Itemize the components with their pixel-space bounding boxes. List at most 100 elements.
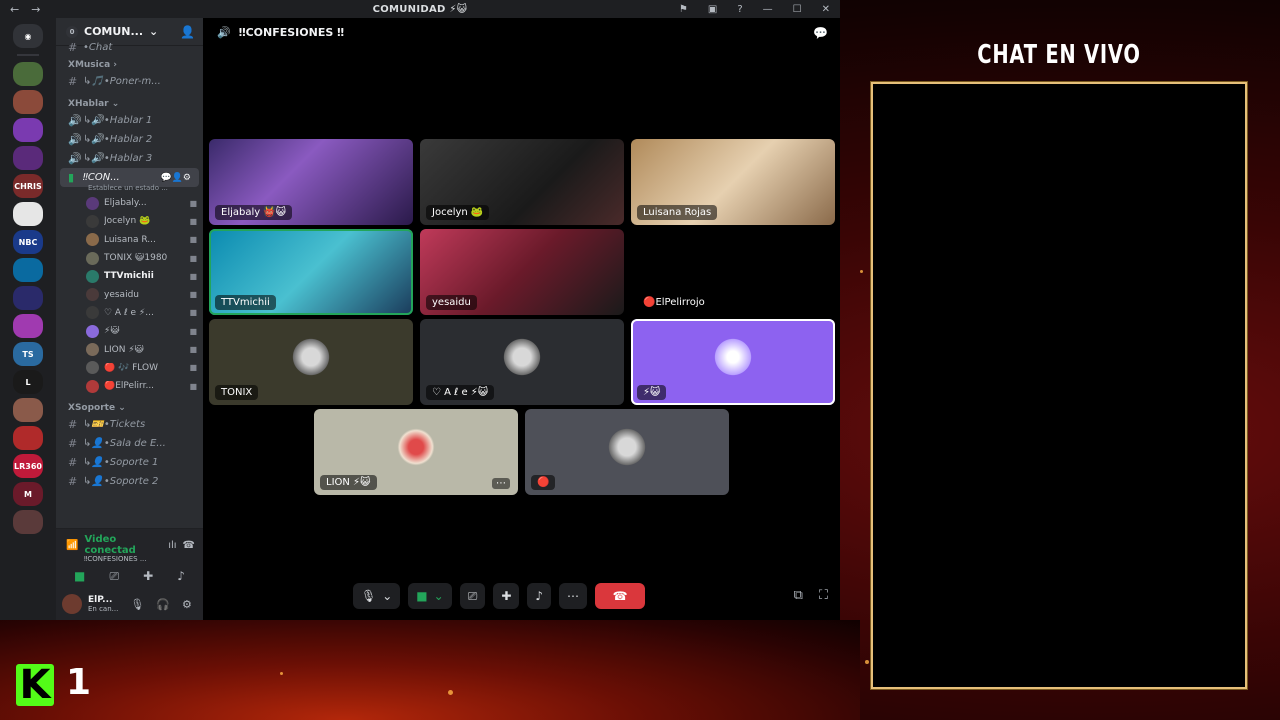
hash-icon: #: [68, 456, 78, 470]
server-icon[interactable]: NBC: [13, 230, 43, 254]
server-icon[interactable]: [13, 510, 43, 534]
channel-hablar-3[interactable]: 🔊 ↳🔊•Hablar 3: [56, 149, 203, 168]
more-button[interactable]: ⋯: [559, 583, 588, 609]
voice-member[interactable]: TONIX 😺1980 ■: [56, 249, 203, 267]
server-icon[interactable]: M: [13, 482, 43, 506]
discord-home-icon[interactable]: ◉: [13, 24, 43, 48]
microphone-icon[interactable]: 🎙: [130, 598, 144, 611]
server-icon[interactable]: CHRIS: [13, 174, 43, 198]
server-icon[interactable]: L: [13, 370, 43, 394]
speaker-icon: 🔊: [68, 152, 82, 165]
category-musica[interactable]: XMusica ›: [56, 52, 203, 72]
viewer-count: 1: [66, 662, 92, 703]
server-icon[interactable]: TS: [13, 342, 43, 366]
screen-share-button[interactable]: ⎚: [459, 583, 486, 609]
category-soporte[interactable]: XSoporte ⌄: [56, 395, 203, 415]
noise-icon[interactable]: ılı: [168, 540, 176, 551]
video-tile[interactable]: TTVmichii: [209, 229, 413, 315]
camera-icon: ■: [189, 326, 197, 336]
server-icon[interactable]: [13, 90, 43, 114]
fullscreen-icon[interactable]: ⛶: [819, 588, 828, 603]
channel-sidebar: 0 COMUN... ⌄ 👤 # •Chat XMusica › # ↳🎵•Pone…: [56, 18, 203, 620]
video-tile[interactable]: yesaidu: [420, 229, 624, 315]
channel-hablar-2[interactable]: 🔊 ↳🔊•Hablar 2: [56, 130, 203, 149]
gear-icon[interactable]: ⚙: [182, 598, 192, 611]
popout-icon[interactable]: ⧉: [794, 588, 803, 603]
video-tile[interactable]: TONIX: [209, 319, 413, 405]
disconnect-icon[interactable]: ☎: [183, 540, 195, 551]
camera-button[interactable]: ■ ⌄: [408, 583, 452, 609]
activities-icon[interactable]: ✚: [143, 569, 153, 584]
server-icon[interactable]: [13, 258, 43, 282]
server-icon[interactable]: [13, 426, 43, 450]
camera-icon: ■: [189, 381, 197, 391]
voice-member[interactable]: Eljabaly... ■: [56, 194, 203, 212]
server-icon[interactable]: [13, 118, 43, 142]
chat-icon[interactable]: 💬: [813, 26, 828, 40]
call-controls: 🎙 ⌄ ■ ⌄ ⎚ ✚ ♪ ⋯ ☎: [353, 582, 646, 610]
more-icon: ⋯: [567, 589, 580, 603]
avatar: [86, 306, 99, 320]
voice-member[interactable]: LION ⚡😺 ■: [56, 340, 203, 358]
channel-soporte-1[interactable]: # ↳👤•Soporte 1: [56, 453, 203, 472]
headphones-icon[interactable]: 🎧: [156, 598, 170, 611]
server-icon[interactable]: LR360: [13, 454, 43, 478]
channel-title: ‼CONFESIONES ‼: [238, 25, 344, 39]
server-icon[interactable]: [13, 398, 43, 422]
user-panel: ElP... En can... 🎙 🎧 ⚙: [56, 588, 203, 620]
voice-member[interactable]: TTVmichii ■: [56, 267, 203, 285]
server-icon[interactable]: [13, 202, 43, 226]
voice-member[interactable]: ⚡😺 ■: [56, 322, 203, 340]
activities-button[interactable]: ✚: [493, 583, 520, 609]
video-stage: 🔊 ‼CONFESIONES ‼ 💬 Eljabaly 👹😺 Jocelyn 🐸 L…: [203, 18, 840, 620]
server-icon[interactable]: [13, 146, 43, 170]
microphone-icon: 🎙: [361, 589, 377, 603]
channel-poner-musica[interactable]: # ↳🎵•Poner-m...: [56, 72, 203, 91]
video-tile[interactable]: ♡ A ℓ e ⚡😺: [420, 319, 624, 405]
mute-button[interactable]: 🎙 ⌄: [353, 583, 401, 609]
video-tile[interactable]: 🔴: [525, 409, 729, 495]
screen-share-icon[interactable]: ⎚: [109, 569, 119, 584]
server-icon[interactable]: [13, 286, 43, 310]
channel-item[interactable]: # •Chat: [56, 42, 203, 52]
member-name: 🔴 🎶 FLOW: [104, 362, 158, 373]
add-user-icon[interactable]: 👤: [180, 25, 195, 39]
server-icon[interactable]: [13, 314, 43, 338]
live-chat-box: [871, 82, 1247, 689]
voice-member[interactable]: 🔴ElPelirr... ■: [56, 377, 203, 395]
speaker-icon: 🔊: [68, 133, 82, 146]
channel-sala-de-espera[interactable]: # ↳👤•Sala de E...: [56, 434, 203, 453]
voice-member[interactable]: 🔴 🎶 FLOW ■: [56, 359, 203, 377]
channel-hablar-1[interactable]: 🔊 ↳🔊•Hablar 1: [56, 111, 203, 130]
category-hablar[interactable]: XHablar ⌄: [56, 91, 203, 111]
disconnect-button[interactable]: ☎: [595, 583, 646, 609]
channel-soporte-2[interactable]: # ↳👤•Soporte 2: [56, 472, 203, 491]
voice-member[interactable]: Luisana R... ■: [56, 231, 203, 249]
video-tile[interactable]: Luisana Rojas: [631, 139, 835, 225]
hangup-icon: ☎: [612, 589, 628, 603]
camera-icon: ■: [189, 308, 197, 318]
avatar: [712, 336, 754, 378]
video-tile[interactable]: 🔴ElPelirrojo: [631, 229, 835, 315]
voice-member[interactable]: Jocelyn 🐸 ■: [56, 212, 203, 230]
server-icon[interactable]: [13, 62, 43, 86]
video-tile[interactable]: ⚡😺: [631, 319, 835, 405]
avatar[interactable]: [62, 594, 82, 614]
channel-tickets[interactable]: # ↳🎫•Tickets: [56, 415, 203, 434]
participant-name: 🔴ElPelirrojo: [637, 295, 711, 310]
voice-member[interactable]: yesaidu ■: [56, 285, 203, 303]
voice-member[interactable]: ♡ A ℓ e ⚡... ■: [56, 304, 203, 322]
more-icon[interactable]: ⋯: [492, 478, 510, 489]
soundboard-icon[interactable]: ♪: [177, 569, 185, 584]
soundboard-button[interactable]: ♪: [527, 583, 552, 609]
video-tile[interactable]: Eljabaly 👹😺: [209, 139, 413, 225]
video-tile[interactable]: Jocelyn 🐸: [420, 139, 624, 225]
separator: [17, 54, 39, 56]
username: ElP...: [88, 595, 113, 605]
camera-icon[interactable]: ■: [74, 569, 85, 584]
chat-icon[interactable]: 💬👤⚙: [161, 173, 191, 183]
video-tile[interactable]: LION ⚡😺 ⋯: [314, 409, 518, 495]
fire-background: [0, 620, 860, 720]
avatar: [86, 251, 99, 265]
hash-icon: #: [68, 437, 78, 451]
